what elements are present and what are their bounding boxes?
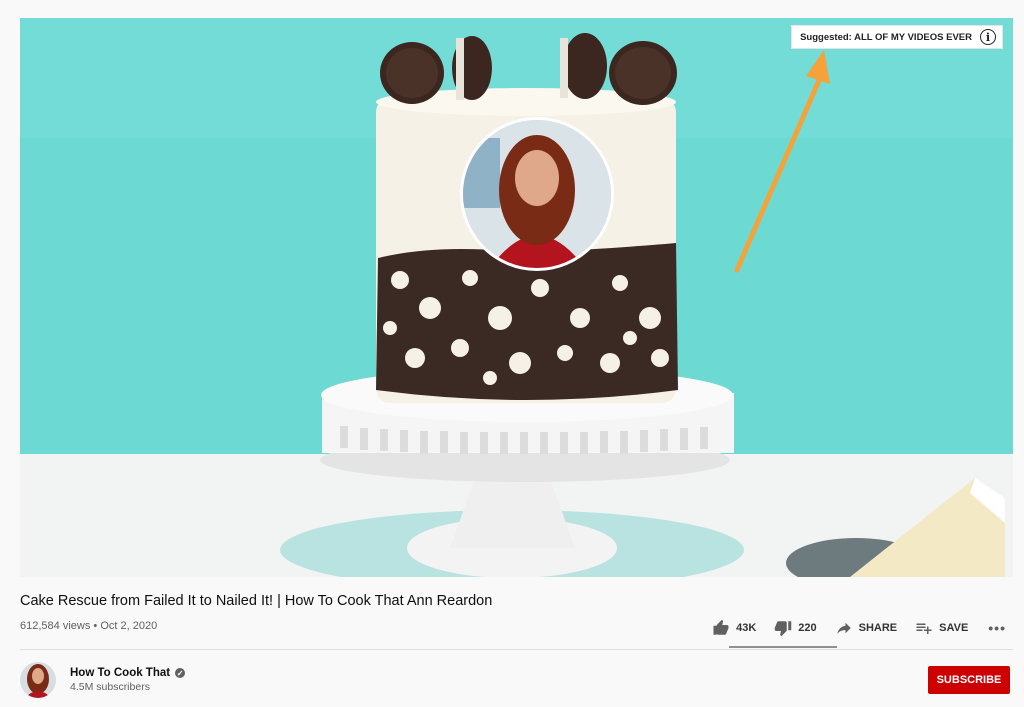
share-arrow-icon (836, 622, 851, 634)
video-title: Cake Rescue from Failed It to Nailed It!… (20, 593, 493, 609)
thumb-up-icon (713, 619, 729, 635)
dislike-button[interactable]: 220 (774, 619, 817, 637)
thumb-down-icon (775, 621, 792, 637)
share-button[interactable]: SHARE (835, 619, 898, 637)
channel-avatar[interactable] (20, 662, 56, 698)
video-player[interactable]: Suggested: ALL OF MY VIDEOS EVER i (20, 18, 1013, 577)
more-actions-button[interactable]: ••• (988, 620, 1006, 636)
sentiment-bar (729, 646, 837, 648)
verified-check-icon: ✓ (175, 668, 186, 678)
meta-separator: • (93, 620, 98, 632)
divider (20, 649, 1013, 650)
like-button[interactable]: 43K (712, 619, 756, 637)
channel-name-text[interactable]: How To Cook That (70, 667, 170, 679)
video-actions: 43K 220 SHARE SAVE ••• (712, 616, 1006, 640)
dislike-count: 220 (798, 622, 817, 634)
suggested-video-text[interactable]: Suggested: ALL OF MY VIDEOS EVER (800, 32, 972, 43)
subscribe-button[interactable]: SUBSCRIBE (928, 666, 1010, 694)
save-label: SAVE (939, 622, 969, 634)
info-icon[interactable]: i (980, 29, 996, 45)
video-thumbnail-scene (20, 18, 1013, 577)
channel-name[interactable]: How To Cook That ✓ (70, 667, 186, 679)
save-button[interactable]: SAVE (915, 619, 968, 637)
video-meta: 612,584 views • Oct 2, 2020 (20, 620, 157, 632)
playlist-add-icon (916, 623, 932, 634)
like-count: 43K (736, 622, 757, 634)
subscriber-count: 4.5M subscribers (70, 681, 150, 693)
view-count: 612,584 views (20, 620, 91, 632)
suggested-video-card[interactable]: Suggested: ALL OF MY VIDEOS EVER i (791, 25, 1003, 49)
upload-date: Oct 2, 2020 (100, 620, 158, 632)
sentiment-bar-fill (729, 646, 816, 648)
share-label: SHARE (858, 622, 898, 634)
avatar-image (20, 662, 56, 698)
